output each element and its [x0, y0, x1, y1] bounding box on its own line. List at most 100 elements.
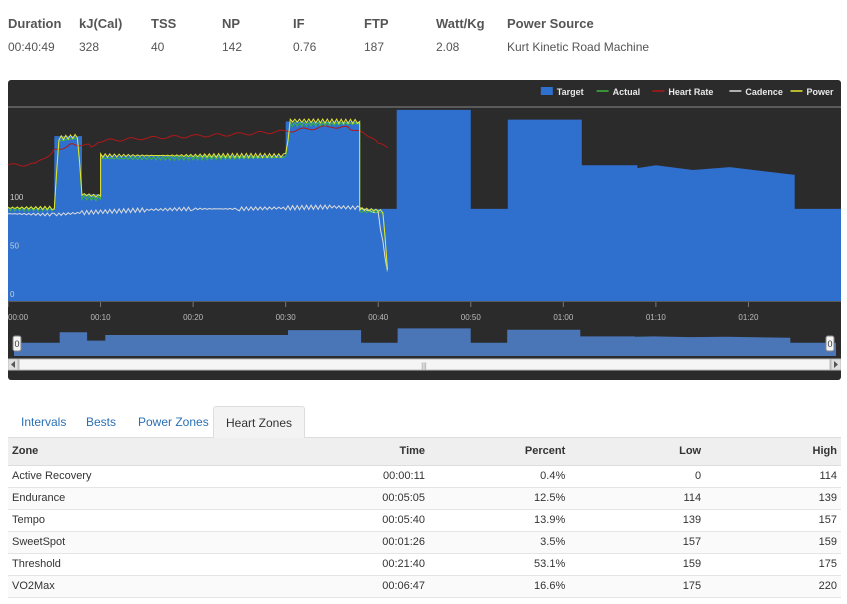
zone-time: 00:00:11 — [378, 465, 430, 488]
stat-label: Duration — [8, 16, 62, 31]
scrollbar-grip: ||| — [421, 363, 427, 370]
zone-percent: 13.9% — [429, 509, 570, 532]
tab-intervals[interactable]: Intervals — [9, 406, 78, 438]
stat-label: NP — [222, 16, 241, 31]
legend-label[interactable]: Cadence — [745, 87, 783, 97]
stat-value: 142 — [222, 40, 243, 54]
y-tick-label: 0 — [10, 290, 15, 299]
legend-label[interactable]: Actual — [613, 87, 641, 97]
handle-glyph: 0 — [827, 339, 832, 349]
stat-if: IF 0.76 — [293, 14, 316, 56]
column-header-time[interactable]: Time — [378, 438, 430, 466]
table-row: Endurance 00:05:05 12.5% 114 139 — [8, 487, 841, 510]
stat-value: Kurt Kinetic Road Machine — [507, 40, 650, 54]
column-header-low[interactable]: Low — [569, 438, 706, 466]
x-tick-label: 00:50 — [461, 313, 482, 322]
x-tick-label: 01:10 — [646, 313, 667, 322]
zone-high: 139 — [705, 487, 841, 510]
tab-heart-zones[interactable]: Heart Zones — [213, 406, 306, 439]
stat-label: Watt/Kg — [436, 16, 485, 31]
stat-kj: kJ(Cal) 328 — [79, 14, 122, 56]
zone-low: 114 — [569, 487, 706, 510]
navigator-handle-right[interactable]: 0 — [825, 335, 835, 352]
zone-name: SweetSpot — [8, 531, 379, 554]
zone-percent: 16.6% — [429, 575, 570, 598]
zone-percent: 3.5% — [429, 531, 570, 554]
x-axis-band — [8, 302, 841, 326]
stat-label: IF — [293, 16, 305, 31]
stat-tss: TSS 40 — [151, 14, 176, 56]
stat-watt-kg: Watt/Kg 2.08 — [436, 14, 485, 56]
chart-navigator[interactable]: 0 0 — [12, 328, 836, 358]
navigator-handle-left[interactable]: 0 — [12, 335, 22, 352]
zone-high: 175 — [705, 553, 841, 576]
x-tick-label: 00:40 — [368, 313, 389, 322]
legend-swatch — [540, 87, 553, 95]
chart-legend[interactable]: Power Cadence Heart Rate Actual Target — [540, 87, 835, 97]
zone-high: 220 — [705, 575, 841, 598]
stat-label: FTP — [364, 16, 389, 31]
zone-percent: 0.4% — [429, 465, 570, 488]
stat-label: Power Source — [507, 16, 594, 31]
stat-power-source: Power Source Kurt Kinetic Road Machine — [507, 14, 649, 56]
tab-bests[interactable]: Bests — [74, 406, 128, 438]
column-header-high[interactable]: High — [705, 438, 841, 466]
y-tick-label: 50 — [10, 242, 19, 251]
zone-name: Threshold — [8, 553, 379, 576]
stat-np: NP 142 — [222, 14, 242, 56]
zone-high: 159 — [705, 531, 841, 554]
stat-value: 187 — [364, 40, 385, 54]
zone-time: 00:05:05 — [378, 487, 430, 510]
zone-low: 159 — [569, 553, 706, 576]
table-header-row: Zone Time Percent Low High — [8, 438, 841, 466]
zone-time: 00:06:47 — [378, 575, 430, 598]
table-row: SweetSpot 00:01:26 3.5% 157 159 — [8, 531, 841, 554]
handle-glyph: 0 — [14, 339, 19, 349]
stat-label: kJ(Cal) — [79, 16, 123, 31]
zone-high: 114 — [705, 465, 841, 488]
stat-duration: Duration 00:40:49 — [8, 14, 61, 56]
chart-scrollbar[interactable]: ||| — [8, 358, 841, 371]
table-row: Threshold 00:21:40 53.1% 159 175 — [8, 553, 841, 576]
tab-power-zones[interactable]: Power Zones — [126, 406, 221, 438]
column-header-zone[interactable]: Zone — [8, 438, 379, 466]
y-tick-label: 100 — [10, 193, 24, 202]
legend-label[interactable]: Power — [807, 87, 835, 97]
zone-name: VO2Max — [8, 575, 379, 598]
workout-summary: Duration 00:40:49 kJ(Cal) 328 TSS 40 NP … — [8, 14, 838, 58]
zone-time: 00:05:40 — [378, 509, 430, 532]
zone-name: Endurance — [8, 487, 379, 510]
legend-label[interactable]: Heart Rate — [668, 87, 713, 97]
x-tick-label: 00:20 — [183, 313, 204, 322]
stat-ftp: FTP 187 — [364, 14, 389, 56]
zone-low: 139 — [569, 509, 706, 532]
zone-time: 00:01:26 — [378, 531, 430, 554]
x-tick-label: 01:20 — [738, 313, 759, 322]
stat-value: 00:40:49 — [8, 40, 55, 54]
x-tick-label: 00:00 — [8, 313, 29, 322]
zone-time: 00:21:40 — [378, 553, 430, 576]
x-tick-label: 00:10 — [91, 313, 112, 322]
heart-zones-table: Zone Time Percent Low High Active Recove… — [8, 438, 841, 598]
zone-percent: 53.1% — [429, 553, 570, 576]
zone-low: 0 — [569, 465, 706, 488]
table-row: Active Recovery 00:00:11 0.4% 0 114 — [8, 465, 841, 488]
zone-low: 175 — [569, 575, 706, 598]
stat-value: 2.08 — [436, 40, 460, 54]
stat-value: 40 — [151, 40, 165, 54]
stat-value: 0.76 — [293, 40, 317, 54]
zone-name: Active Recovery — [8, 465, 379, 488]
workout-chart[interactable]: Power Cadence Heart Rate Actual Target 100 50… — [8, 80, 841, 380]
legend-label[interactable]: Target — [557, 87, 584, 97]
analysis-tabs: Intervals Bests Power Zones Heart Zones — [8, 406, 841, 439]
column-header-percent[interactable]: Percent — [429, 438, 570, 466]
zone-name: Tempo — [8, 509, 379, 532]
stat-value: 328 — [79, 40, 100, 54]
x-tick-label: 01:00 — [553, 313, 574, 322]
stat-label: TSS — [151, 16, 177, 31]
zone-low: 157 — [569, 531, 706, 554]
table-row: Tempo 00:05:40 13.9% 139 157 — [8, 509, 841, 532]
x-tick-label: 00:30 — [276, 313, 297, 322]
zone-high: 157 — [705, 509, 841, 532]
chart-canvas[interactable]: Power Cadence Heart Rate Actual Target 100 50… — [8, 80, 841, 380]
